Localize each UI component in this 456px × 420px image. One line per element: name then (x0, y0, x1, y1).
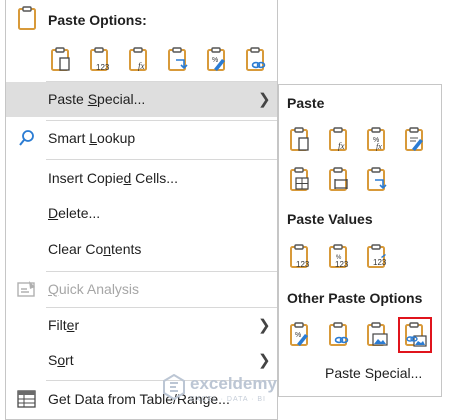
quick-analysis-label: Quick Analysis (48, 281, 140, 297)
paste-section-header: Paste (287, 95, 325, 111)
paste-transpose-icon[interactable] (365, 167, 389, 193)
paste-keep-source-formatting-icon[interactable] (403, 127, 427, 153)
paste-formulas-icon[interactable]: fx (327, 127, 351, 153)
paste-no-borders-icon[interactable] (288, 167, 312, 193)
exceldemy-logo-icon (163, 374, 185, 400)
paste-values-header: Paste Values (287, 211, 373, 227)
paste-formatting-icon[interactable]: % (205, 47, 229, 73)
paste-values-icon[interactable]: 123 (88, 47, 112, 73)
paste-values-source-formatting-icon[interactable]: 123 (365, 244, 389, 270)
chevron-right-icon: ❯ (258, 352, 271, 369)
watermark-tagline: EXCEL · DATA · BI (190, 396, 266, 403)
svg-text:%: % (212, 57, 218, 64)
table-icon (17, 390, 36, 408)
paste-link-icon[interactable] (244, 47, 268, 73)
paste-icon[interactable] (49, 47, 73, 73)
quick-analysis-icon (17, 281, 35, 297)
clear-contents-item[interactable]: Clear Contents (6, 232, 277, 267)
svg-text:fx: fx (138, 61, 145, 71)
paste-linked-picture-icon[interactable] (398, 317, 432, 353)
other-paste-options-header: Other Paste Options (287, 290, 423, 306)
insert-copied-cells-label: Insert Copied Cells... (48, 170, 178, 186)
paste-special-label: Paste Special... (48, 91, 146, 107)
watermark-name: exceldemy (190, 374, 277, 393)
paste-picture-icon[interactable] (365, 322, 389, 348)
paste-icon[interactable] (288, 127, 312, 153)
smart-lookup-label: Smart Lookup (48, 130, 136, 146)
quick-analysis-item: Quick Analysis (6, 272, 277, 307)
sort-label: Sort (48, 352, 74, 368)
filter-label: Filter (48, 317, 80, 333)
paste-special-item[interactable]: Paste Special... ❯ (6, 82, 277, 117)
delete-item[interactable]: Delete... (6, 196, 277, 231)
chevron-right-icon: ❯ (258, 317, 271, 334)
search-icon (19, 130, 34, 146)
smart-lookup-item[interactable]: Smart Lookup (6, 121, 277, 156)
paste-formulas-icon[interactable]: fx (127, 47, 151, 73)
chevron-right-icon: ❯ (258, 91, 271, 108)
paste-values-number-format-icon[interactable]: %123 (327, 244, 351, 270)
paste-link-icon[interactable] (327, 322, 351, 348)
svg-text:%: % (295, 332, 301, 339)
paste-special-submenu: Paste fx % fx Paste Values 123 % 123 123 O… (278, 84, 442, 397)
clear-contents-label: Clear Contents (48, 241, 142, 257)
paste-formulas-number-format-icon[interactable]: %fx (365, 127, 389, 153)
svg-text:123: 123 (296, 260, 310, 269)
paste-values-icon[interactable]: 123 (288, 244, 312, 270)
svg-text:123: 123 (335, 260, 349, 269)
filter-item[interactable]: Filter ❯ (6, 308, 277, 343)
paste-special-command[interactable]: Paste Special... (325, 365, 422, 381)
paste-transpose-icon[interactable] (166, 47, 190, 73)
paste-options-header: Paste Options: (48, 12, 147, 28)
svg-text:fx: fx (338, 141, 345, 151)
svg-text:fx: fx (376, 142, 382, 151)
paste-formatting-icon[interactable]: % (288, 322, 312, 348)
svg-text:123: 123 (373, 258, 387, 267)
svg-text:123: 123 (96, 63, 110, 72)
insert-copied-cells-item[interactable]: Insert Copied Cells... (6, 161, 277, 196)
delete-label: Delete... (48, 205, 101, 221)
separator (46, 159, 277, 160)
context-menu: Paste Options: 123 fx % Paste Special...… (5, 0, 278, 420)
paste-options-icon (18, 6, 36, 30)
sort-item[interactable]: Sort ❯ (6, 343, 277, 378)
paste-keep-column-widths-icon[interactable] (327, 167, 351, 193)
